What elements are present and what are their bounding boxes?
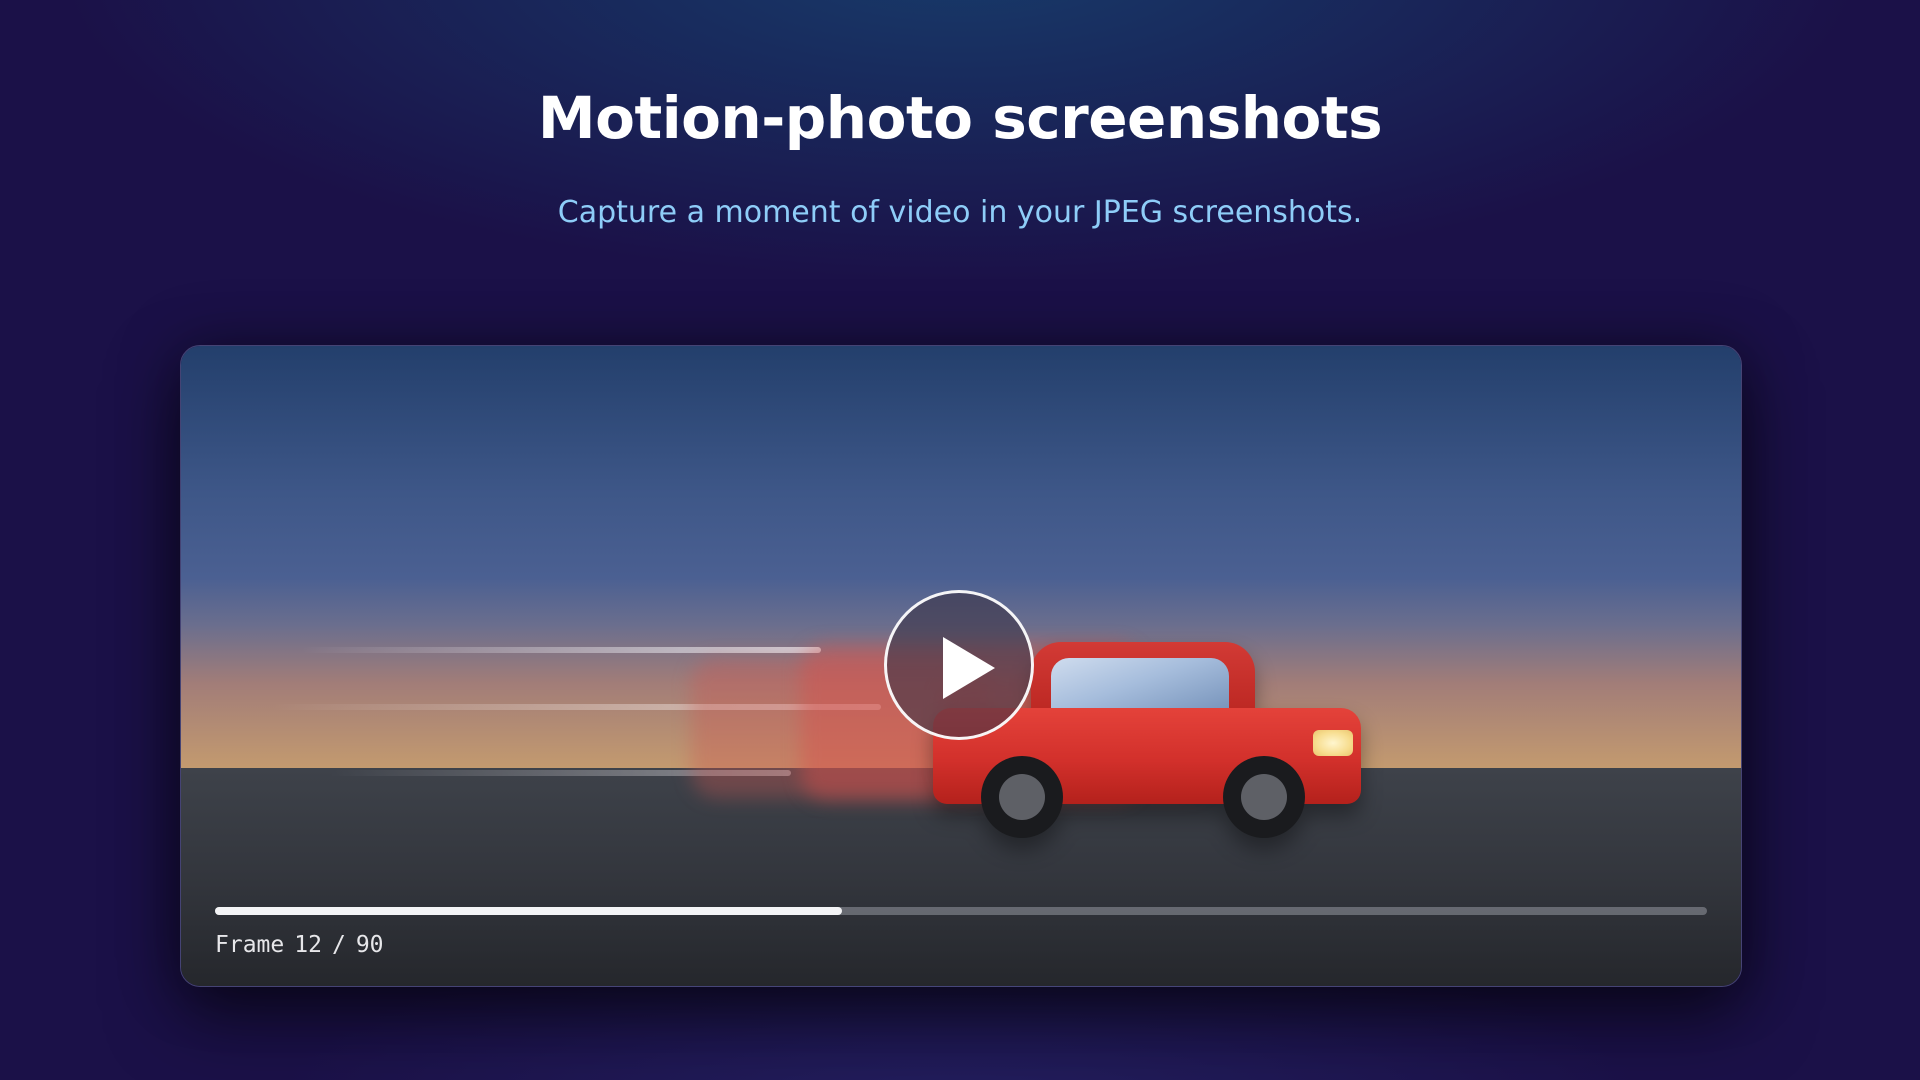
car-headlight	[1313, 730, 1353, 756]
car-rear-wheel	[981, 756, 1063, 838]
progress-scrubber[interactable]	[215, 907, 1707, 915]
frame-label: Frame	[215, 932, 285, 958]
wheel-hub	[1241, 774, 1287, 820]
speed-line	[301, 647, 821, 653]
wheel-hub	[999, 774, 1045, 820]
motion-photo-player: Frame 12 / 90	[180, 345, 1742, 987]
play-icon	[943, 637, 995, 699]
frame-separator: /	[331, 932, 346, 958]
frame-counter: Frame 12 / 90	[215, 928, 384, 962]
car-front-wheel	[1223, 756, 1305, 838]
progress-fill	[215, 907, 842, 915]
current-frame: 12	[294, 932, 322, 958]
total-frames: 90	[355, 932, 384, 958]
page-title: Motion-photo screenshots	[537, 84, 1383, 152]
play-button[interactable]	[884, 590, 1034, 740]
page-subtitle: Capture a moment of video in your JPEG s…	[557, 195, 1363, 230]
